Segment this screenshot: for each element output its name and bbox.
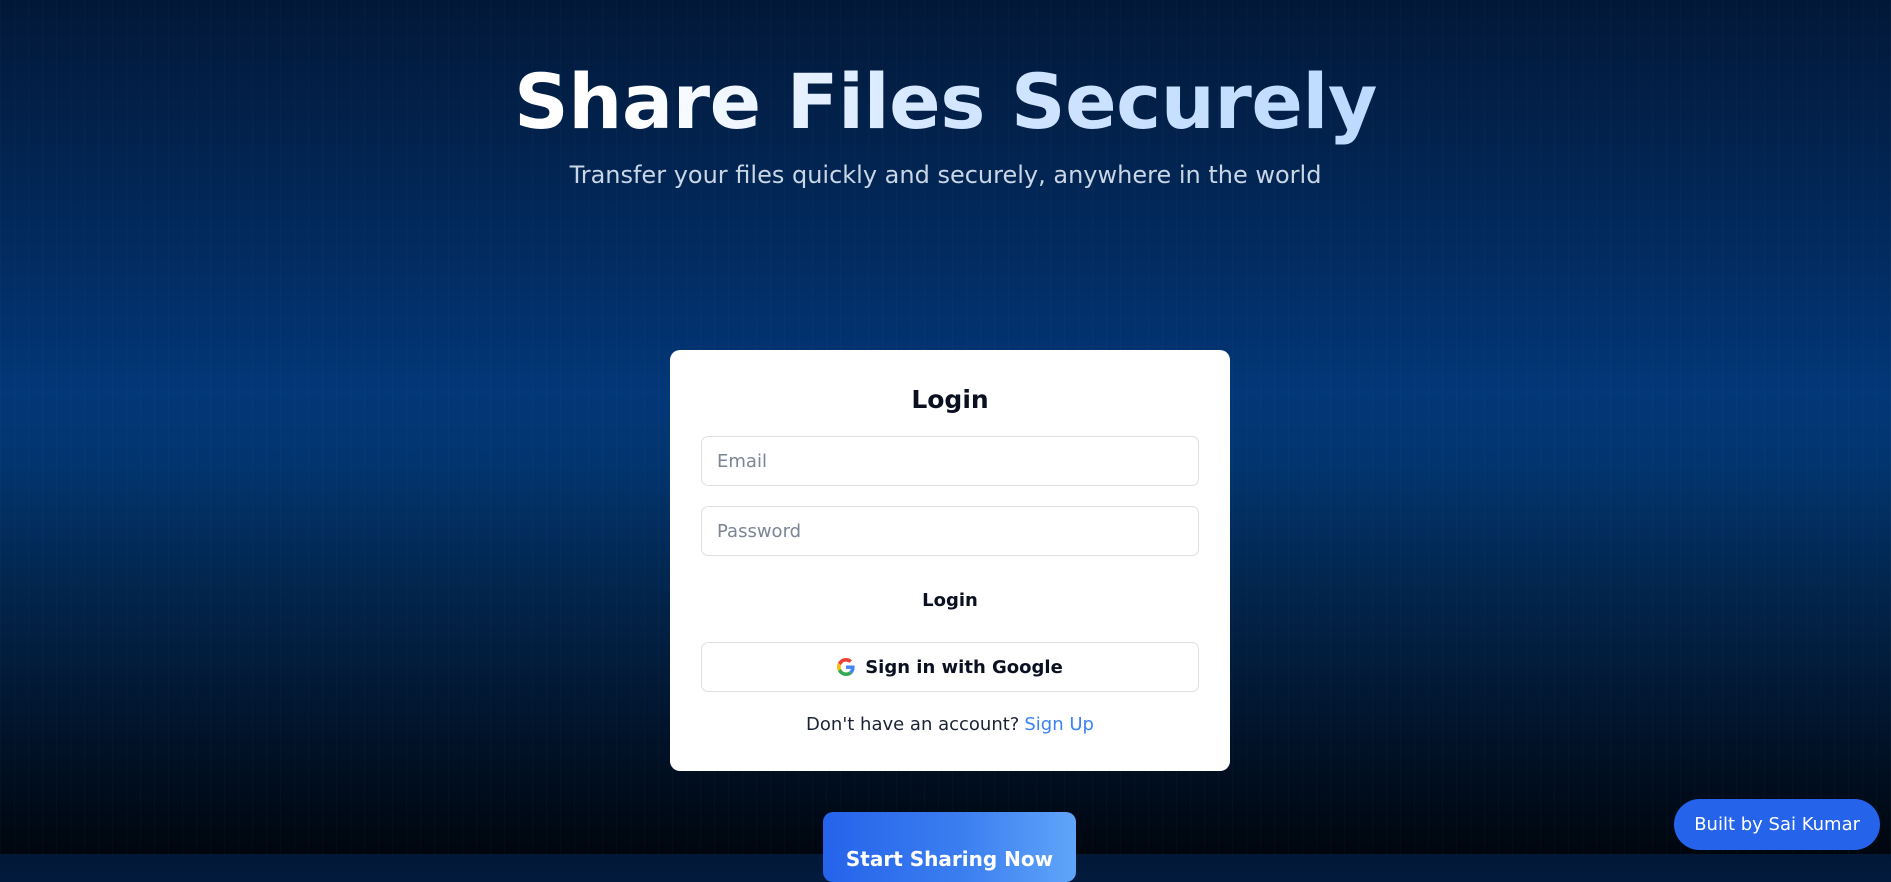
google-signin-button[interactable]: Sign in with Google: [701, 642, 1199, 692]
page-subtitle: Transfer your files quickly and securely…: [569, 161, 1322, 189]
built-by-badge[interactable]: Built by Sai Kumar: [1674, 799, 1880, 850]
google-signin-label: Sign in with Google: [865, 656, 1063, 678]
login-card: Login Login Sign in with Google Don't ha…: [670, 350, 1230, 771]
google-icon: [837, 658, 855, 676]
signup-prompt: Don't have an account? Sign Up: [701, 714, 1199, 735]
signup-link[interactable]: Sign Up: [1024, 714, 1094, 735]
password-field[interactable]: [701, 506, 1199, 556]
login-button[interactable]: Login: [904, 580, 996, 620]
hero: Share Files Securely Transfer your files…: [0, 56, 1891, 192]
start-sharing-button[interactable]: Start Sharing Now: [823, 812, 1076, 882]
login-title: Login: [911, 385, 989, 414]
email-field[interactable]: [701, 436, 1199, 486]
page-title: Share Files Securely: [0, 56, 1891, 148]
signup-prompt-text: Don't have an account?: [806, 714, 1020, 735]
